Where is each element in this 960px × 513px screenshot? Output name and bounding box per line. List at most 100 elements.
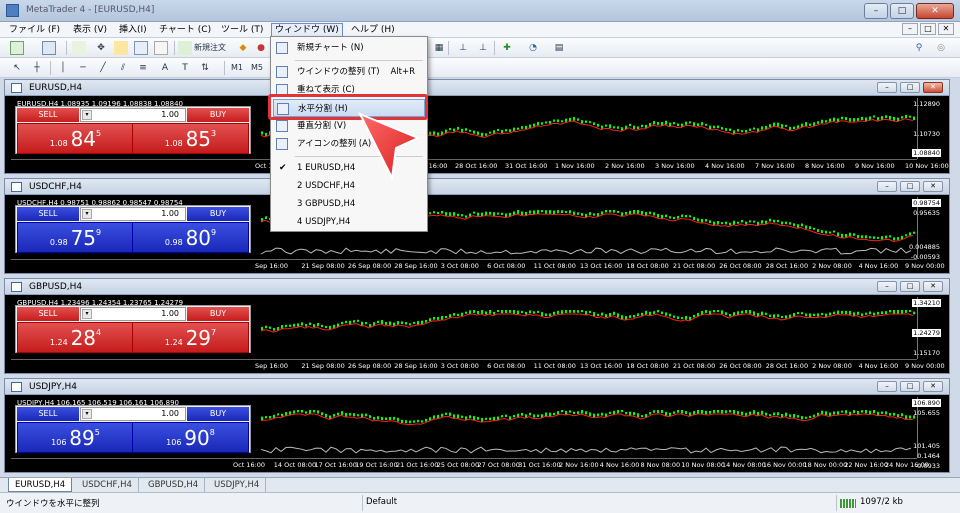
chart-plot-area[interactable]: USDCHF,H4 0.98751 0.98862 0.98547 0.9875… bbox=[11, 197, 945, 271]
menu-file[interactable]: ファイル (F) bbox=[6, 24, 63, 37]
chart-minimize-button[interactable]: – bbox=[877, 181, 897, 192]
bid-price-button[interactable]: 106 895 bbox=[17, 422, 134, 453]
lot-size-field[interactable]: ▾ 1.00 bbox=[80, 207, 186, 221]
profiles-icon[interactable] bbox=[42, 41, 56, 55]
data-window-icon[interactable]: ✥ bbox=[94, 41, 108, 55]
chart-window-eurusd[interactable]: EURUSD,H4 – □ ✕ EURUSD,H4 1.08935 1.0919… bbox=[4, 79, 950, 174]
cursor-icon[interactable]: ↖ bbox=[10, 61, 24, 75]
fibonacci-icon[interactable]: ≡ bbox=[136, 61, 150, 75]
child-close-button[interactable]: ✕ bbox=[938, 23, 954, 35]
chart-maximize-button[interactable]: □ bbox=[900, 82, 920, 93]
templates-icon[interactable]: ▤ bbox=[552, 41, 566, 55]
buy-button[interactable]: BUY bbox=[187, 108, 249, 122]
tester-icon[interactable] bbox=[154, 41, 168, 55]
new-order-button[interactable]: 新規注文 bbox=[193, 41, 227, 55]
child-maximize-button[interactable]: □ bbox=[920, 23, 936, 35]
terminal-icon[interactable] bbox=[134, 41, 148, 55]
menu-item-tile-windows[interactable]: ウインドウの整列 (T) Alt+R bbox=[273, 63, 425, 81]
bid-price-button[interactable]: 1.24 284 bbox=[17, 322, 134, 353]
chart-title-bar[interactable]: USDJPY,H4 – □ ✕ bbox=[5, 379, 949, 395]
bid-price-button[interactable]: 0.98 759 bbox=[17, 222, 134, 253]
tab-usdchf[interactable]: USDCHF,H4 bbox=[76, 478, 139, 492]
market-watch-icon[interactable] bbox=[72, 41, 86, 55]
chart-title-bar[interactable]: USDCHF,H4 – □ ✕ bbox=[5, 179, 949, 195]
lot-size-field[interactable]: ▾ 1.00 bbox=[80, 307, 186, 321]
ask-price-button[interactable]: 1.24 297 bbox=[132, 322, 249, 353]
sell-button[interactable]: SELL bbox=[17, 307, 79, 321]
buy-button[interactable]: BUY bbox=[187, 207, 249, 221]
chart-minimize-button[interactable]: – bbox=[877, 381, 897, 392]
metaeditor-icon[interactable]: ◆ bbox=[236, 41, 250, 55]
chart-shift-icon[interactable]: ⊥ bbox=[456, 41, 470, 55]
price-axis[interactable]: 1.34210 1.24279 1.15170 bbox=[912, 297, 941, 359]
chart-window-usdchf[interactable]: USDCHF,H4 – □ ✕ USDCHF,H4 0.98751 0.9886… bbox=[4, 178, 950, 274]
horizontal-line-icon[interactable]: ─ bbox=[76, 61, 90, 75]
periods-icon[interactable]: ◔ bbox=[526, 41, 540, 55]
buy-button[interactable]: BUY bbox=[187, 307, 249, 321]
bid-price-button[interactable]: 1.08 845 bbox=[17, 123, 134, 154]
time-axis[interactable]: Sep 16:00 21 Sep 08:00 26 Sep 08:00 28 Sep … bbox=[11, 359, 945, 371]
lot-size-field[interactable]: ▾ 1.00 bbox=[80, 108, 186, 122]
chart-plot-area[interactable]: GBPUSD,H4 1.23496 1.24354 1.23765 1.2427… bbox=[11, 297, 945, 371]
crosshair-icon[interactable]: ┼ bbox=[30, 61, 44, 75]
maximize-button[interactable]: □ bbox=[890, 3, 914, 19]
lot-spinner-down-icon[interactable]: ▾ bbox=[82, 110, 92, 120]
child-minimize-button[interactable]: – bbox=[902, 23, 918, 35]
sell-button[interactable]: SELL bbox=[17, 108, 79, 122]
search-icon[interactable]: ⚲ bbox=[912, 41, 926, 55]
chart-close-button[interactable]: ✕ bbox=[923, 181, 943, 192]
chart-plot-area[interactable]: EURUSD,H4 1.08935 1.09196 1.08838 1.0884… bbox=[11, 98, 949, 171]
time-axis[interactable]: Oct 16:00 14 Oct 08:00 17 Oct 16:00 19 Oct … bbox=[11, 458, 929, 470]
ask-price-button[interactable]: 106 908 bbox=[132, 422, 249, 453]
sell-button[interactable]: SELL bbox=[17, 207, 79, 221]
lot-spinner-down-icon[interactable]: ▾ bbox=[82, 209, 92, 219]
text-icon[interactable]: A bbox=[158, 61, 172, 75]
lot-spinner-down-icon[interactable]: ▾ bbox=[82, 409, 92, 419]
menu-chart[interactable]: チャート (C) bbox=[156, 24, 214, 37]
indicators-icon[interactable]: ✚ bbox=[500, 41, 514, 55]
chart-title-bar[interactable]: GBPUSD,H4 – □ ✕ bbox=[5, 279, 949, 295]
chart-title-bar[interactable]: EURUSD,H4 – □ ✕ bbox=[5, 80, 949, 96]
chat-icon[interactable]: ◎ bbox=[934, 41, 948, 55]
chart-window-gbpusd[interactable]: GBPUSD,H4 – □ ✕ GBPUSD,H4 1.23496 1.2435… bbox=[4, 278, 950, 374]
price-axis[interactable]: 106.890 105.655 101.405 0.1464 -0.0933 bbox=[912, 397, 941, 470]
menu-item-window-4[interactable]: 4 USDJPY,H4 bbox=[273, 213, 425, 231]
menu-tools[interactable]: ツール (T) bbox=[218, 24, 266, 37]
chart-close-button[interactable]: ✕ bbox=[923, 82, 943, 93]
navigator-icon[interactable] bbox=[114, 41, 128, 55]
menu-insert[interactable]: 挿入(I) bbox=[116, 24, 150, 37]
ask-price-button[interactable]: 1.08 853 bbox=[132, 123, 249, 154]
chart-close-button[interactable]: ✕ bbox=[923, 281, 943, 292]
chart-minimize-button[interactable]: – bbox=[877, 281, 897, 292]
menu-window[interactable]: ウィンドウ (W) bbox=[271, 23, 343, 37]
autoscroll-icon[interactable]: ⊥ bbox=[476, 41, 490, 55]
chart-window-usdjpy[interactable]: USDJPY,H4 – □ ✕ USDJPY,H4 106.165 106.51… bbox=[4, 378, 950, 473]
time-axis[interactable]: Sep 16:00 21 Sep 08:00 26 Sep 08:00 28 Sep … bbox=[11, 259, 945, 271]
autotrading-icon[interactable]: ● bbox=[254, 41, 268, 55]
price-axis[interactable]: 1.12890 1.10730 1.08840 bbox=[912, 98, 941, 159]
chart-maximize-button[interactable]: □ bbox=[900, 181, 920, 192]
menu-item-window-3[interactable]: 3 GBPUSD,H4 bbox=[273, 195, 425, 213]
chart-close-button[interactable]: ✕ bbox=[923, 381, 943, 392]
close-button[interactable]: ✕ bbox=[916, 3, 954, 19]
tab-gbpusd[interactable]: GBPUSD,H4 bbox=[142, 478, 206, 492]
minimize-button[interactable]: – bbox=[864, 3, 888, 19]
tile-icon[interactable]: ▦ bbox=[432, 41, 446, 55]
sell-button[interactable]: SELL bbox=[17, 407, 79, 421]
new-chart-icon[interactable] bbox=[10, 41, 24, 55]
ask-price-button[interactable]: 0.98 809 bbox=[132, 222, 249, 253]
arrows-icon[interactable]: ⇅ bbox=[198, 61, 212, 75]
trendline-icon[interactable]: ╱ bbox=[96, 61, 110, 75]
timeframe-m1-button[interactable]: M1 bbox=[230, 61, 244, 75]
vertical-line-icon[interactable]: │ bbox=[56, 61, 70, 75]
tab-eurusd[interactable]: EURUSD,H4 bbox=[8, 478, 73, 492]
lot-spinner-down-icon[interactable]: ▾ bbox=[82, 309, 92, 319]
lot-size-field[interactable]: ▾ 1.00 bbox=[80, 407, 186, 421]
chart-maximize-button[interactable]: □ bbox=[900, 381, 920, 392]
text-label-icon[interactable]: T bbox=[178, 61, 192, 75]
chart-maximize-button[interactable]: □ bbox=[900, 281, 920, 292]
new-order-icon[interactable] bbox=[178, 41, 192, 55]
timeframe-m5-button[interactable]: M5 bbox=[250, 61, 264, 75]
chart-minimize-button[interactable]: – bbox=[877, 82, 897, 93]
price-axis[interactable]: 0.98754 0.95635 0.004885 -0.00593 bbox=[909, 197, 941, 261]
